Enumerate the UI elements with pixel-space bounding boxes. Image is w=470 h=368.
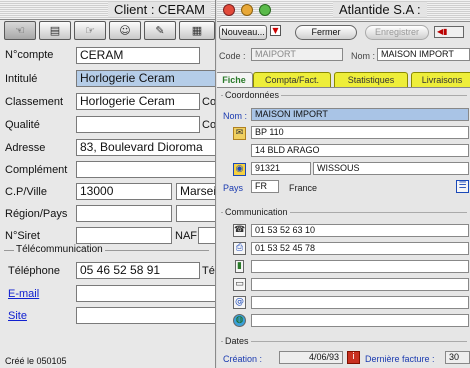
nouveau-button[interactable]: Nouveau... <box>219 25 267 40</box>
coord-nom-label: Nom : <box>223 111 248 121</box>
computer-icon: ▭ <box>233 278 246 291</box>
creation-date-field: 4/06/93 <box>279 351 343 364</box>
region-field[interactable] <box>76 205 172 222</box>
qualite-label: Qualité <box>5 119 40 131</box>
email-link[interactable]: E-mail <box>8 288 39 300</box>
tab-baseline <box>217 87 470 88</box>
qualite-field[interactable] <box>76 116 200 133</box>
folder-icon[interactable]: ▤ <box>39 21 71 40</box>
intitule-field[interactable]: Horlogerie Ceram <box>76 70 215 87</box>
cp-field[interactable]: 13000 <box>76 183 172 200</box>
client-titlebar[interactable]: Client : CERAM <box>0 0 215 20</box>
adresse-field[interactable]: 83, Boulevard Dioroma <box>76 139 215 156</box>
info-icon[interactable]: i <box>347 351 360 364</box>
siret-label: N°Siret <box>5 230 40 242</box>
numero-label: N°compte <box>5 49 54 61</box>
fermer-button[interactable]: Fermer <box>295 25 357 40</box>
telephone-field[interactable]: 05 46 52 58 91 <box>76 262 200 279</box>
location-icon[interactable]: ◉ <box>233 163 246 176</box>
list-icon[interactable]: ☰ <box>456 180 469 193</box>
coord-cp-field[interactable]: 91321 <box>251 162 311 175</box>
derniere-facture-field: 30 <box>445 351 470 364</box>
atlantide-window: Atlantide S.A : Nouveau... ▼ Fermer Enre… <box>217 0 470 368</box>
mobile-icon: ▮ <box>235 260 244 273</box>
ville-field[interactable]: Marsei <box>176 183 215 200</box>
pays-field[interactable] <box>176 205 215 222</box>
coord-ville-field[interactable]: WISSOUS <box>313 162 469 175</box>
adresse1-field[interactable]: BP 110 <box>251 126 469 139</box>
complement-label: Complément <box>5 164 68 176</box>
site-field[interactable] <box>76 307 215 324</box>
calendar-icon[interactable]: ▦ <box>179 21 215 40</box>
creation-date: Créé le 050105 <box>5 356 67 366</box>
site-link[interactable]: Site <box>8 310 27 322</box>
coord-nom-field[interactable]: MAISON IMPORT <box>251 108 469 121</box>
dates-divider <box>221 341 467 342</box>
communication-header: Communication <box>223 207 290 217</box>
coordonnees-header: Coordonnées <box>223 90 282 100</box>
creation-label: Création : <box>223 354 263 364</box>
atlantide-window-title: Atlantide S.A : <box>333 2 427 17</box>
region-label: Région/Pays <box>5 208 68 220</box>
naf-label: NAF <box>175 230 197 242</box>
email-icon: @ <box>233 296 246 309</box>
atlantide-titlebar[interactable]: Atlantide S.A : <box>217 0 470 22</box>
nom-label: Nom : <box>351 51 376 61</box>
intitule-label: Intitulé <box>5 73 38 85</box>
enregistrer-button[interactable]: Enregistrer <box>365 25 429 40</box>
phone-icon: ☎ <box>233 224 246 237</box>
envelope-icon: ✉ <box>233 127 246 140</box>
tab-livraisons[interactable]: Livraisons <box>411 72 470 87</box>
dates-header: Dates <box>223 336 251 346</box>
tab-compta[interactable]: Compta/Fact. <box>253 72 331 87</box>
pays-label: Pays <box>223 183 244 193</box>
qualite-side-label: Co <box>202 119 216 131</box>
email-field[interactable] <box>76 285 215 302</box>
code-label: Code : <box>219 51 246 61</box>
globe-icon: ◍ <box>233 314 246 327</box>
comm-email-field[interactable] <box>251 296 469 309</box>
telephone-side-label: Té <box>202 265 215 277</box>
comm-modem-field[interactable] <box>251 278 469 291</box>
comm-tel-field[interactable]: 01 53 52 63 10 <box>251 224 469 237</box>
classement-field[interactable]: Horlogerie Ceram <box>76 93 200 110</box>
hand-icon[interactable]: ☞ <box>74 21 106 40</box>
fax-icon: ⎙ <box>233 242 246 255</box>
derniere-facture-label: Dernière facture : <box>365 354 435 364</box>
pays-name: France <box>289 183 318 193</box>
nav-prev-icon[interactable]: ◀▮ <box>434 26 464 38</box>
siret-field[interactable] <box>76 227 172 244</box>
tab-statistiques[interactable]: Statistiques <box>334 72 408 87</box>
classement-side-label: Co <box>202 96 216 108</box>
telephone-label: Téléphone <box>8 265 60 277</box>
numero-field[interactable]: CERAM <box>76 47 200 64</box>
comm-fax-field[interactable]: 01 53 52 45 78 <box>251 242 469 255</box>
code-field[interactable]: MAIPORT <box>251 48 343 61</box>
cpville-label: C.P/Ville <box>5 186 47 198</box>
note-icon[interactable]: ✎ <box>144 21 176 40</box>
complement-field[interactable] <box>76 161 215 178</box>
pays-code-field[interactable]: FR <box>251 180 279 193</box>
person-icon[interactable]: ☺ <box>109 21 141 40</box>
adresse-label: Adresse <box>5 142 46 154</box>
nom-field[interactable]: MAISON IMPORT <box>377 48 470 61</box>
naf-field[interactable] <box>198 227 215 244</box>
comm-mobile-field[interactable] <box>251 260 469 273</box>
handshake-icon[interactable]: ☜ <box>4 21 36 40</box>
dropdown-arrow-icon[interactable]: ▼ <box>270 25 281 36</box>
telecom-header: Télécommunication <box>14 244 105 255</box>
client-window: Client : CERAM ☜ ▤ ☞ ☺ ✎ ▦ N°compte CERA… <box>0 0 216 368</box>
tab-fiche[interactable]: Fiche <box>217 72 253 88</box>
adresse2-field[interactable]: 14 BLD ARAGO <box>251 144 469 157</box>
client-window-title: Client : CERAM <box>107 2 211 17</box>
classement-label: Classement <box>5 96 64 108</box>
comm-web-field[interactable] <box>251 314 469 327</box>
